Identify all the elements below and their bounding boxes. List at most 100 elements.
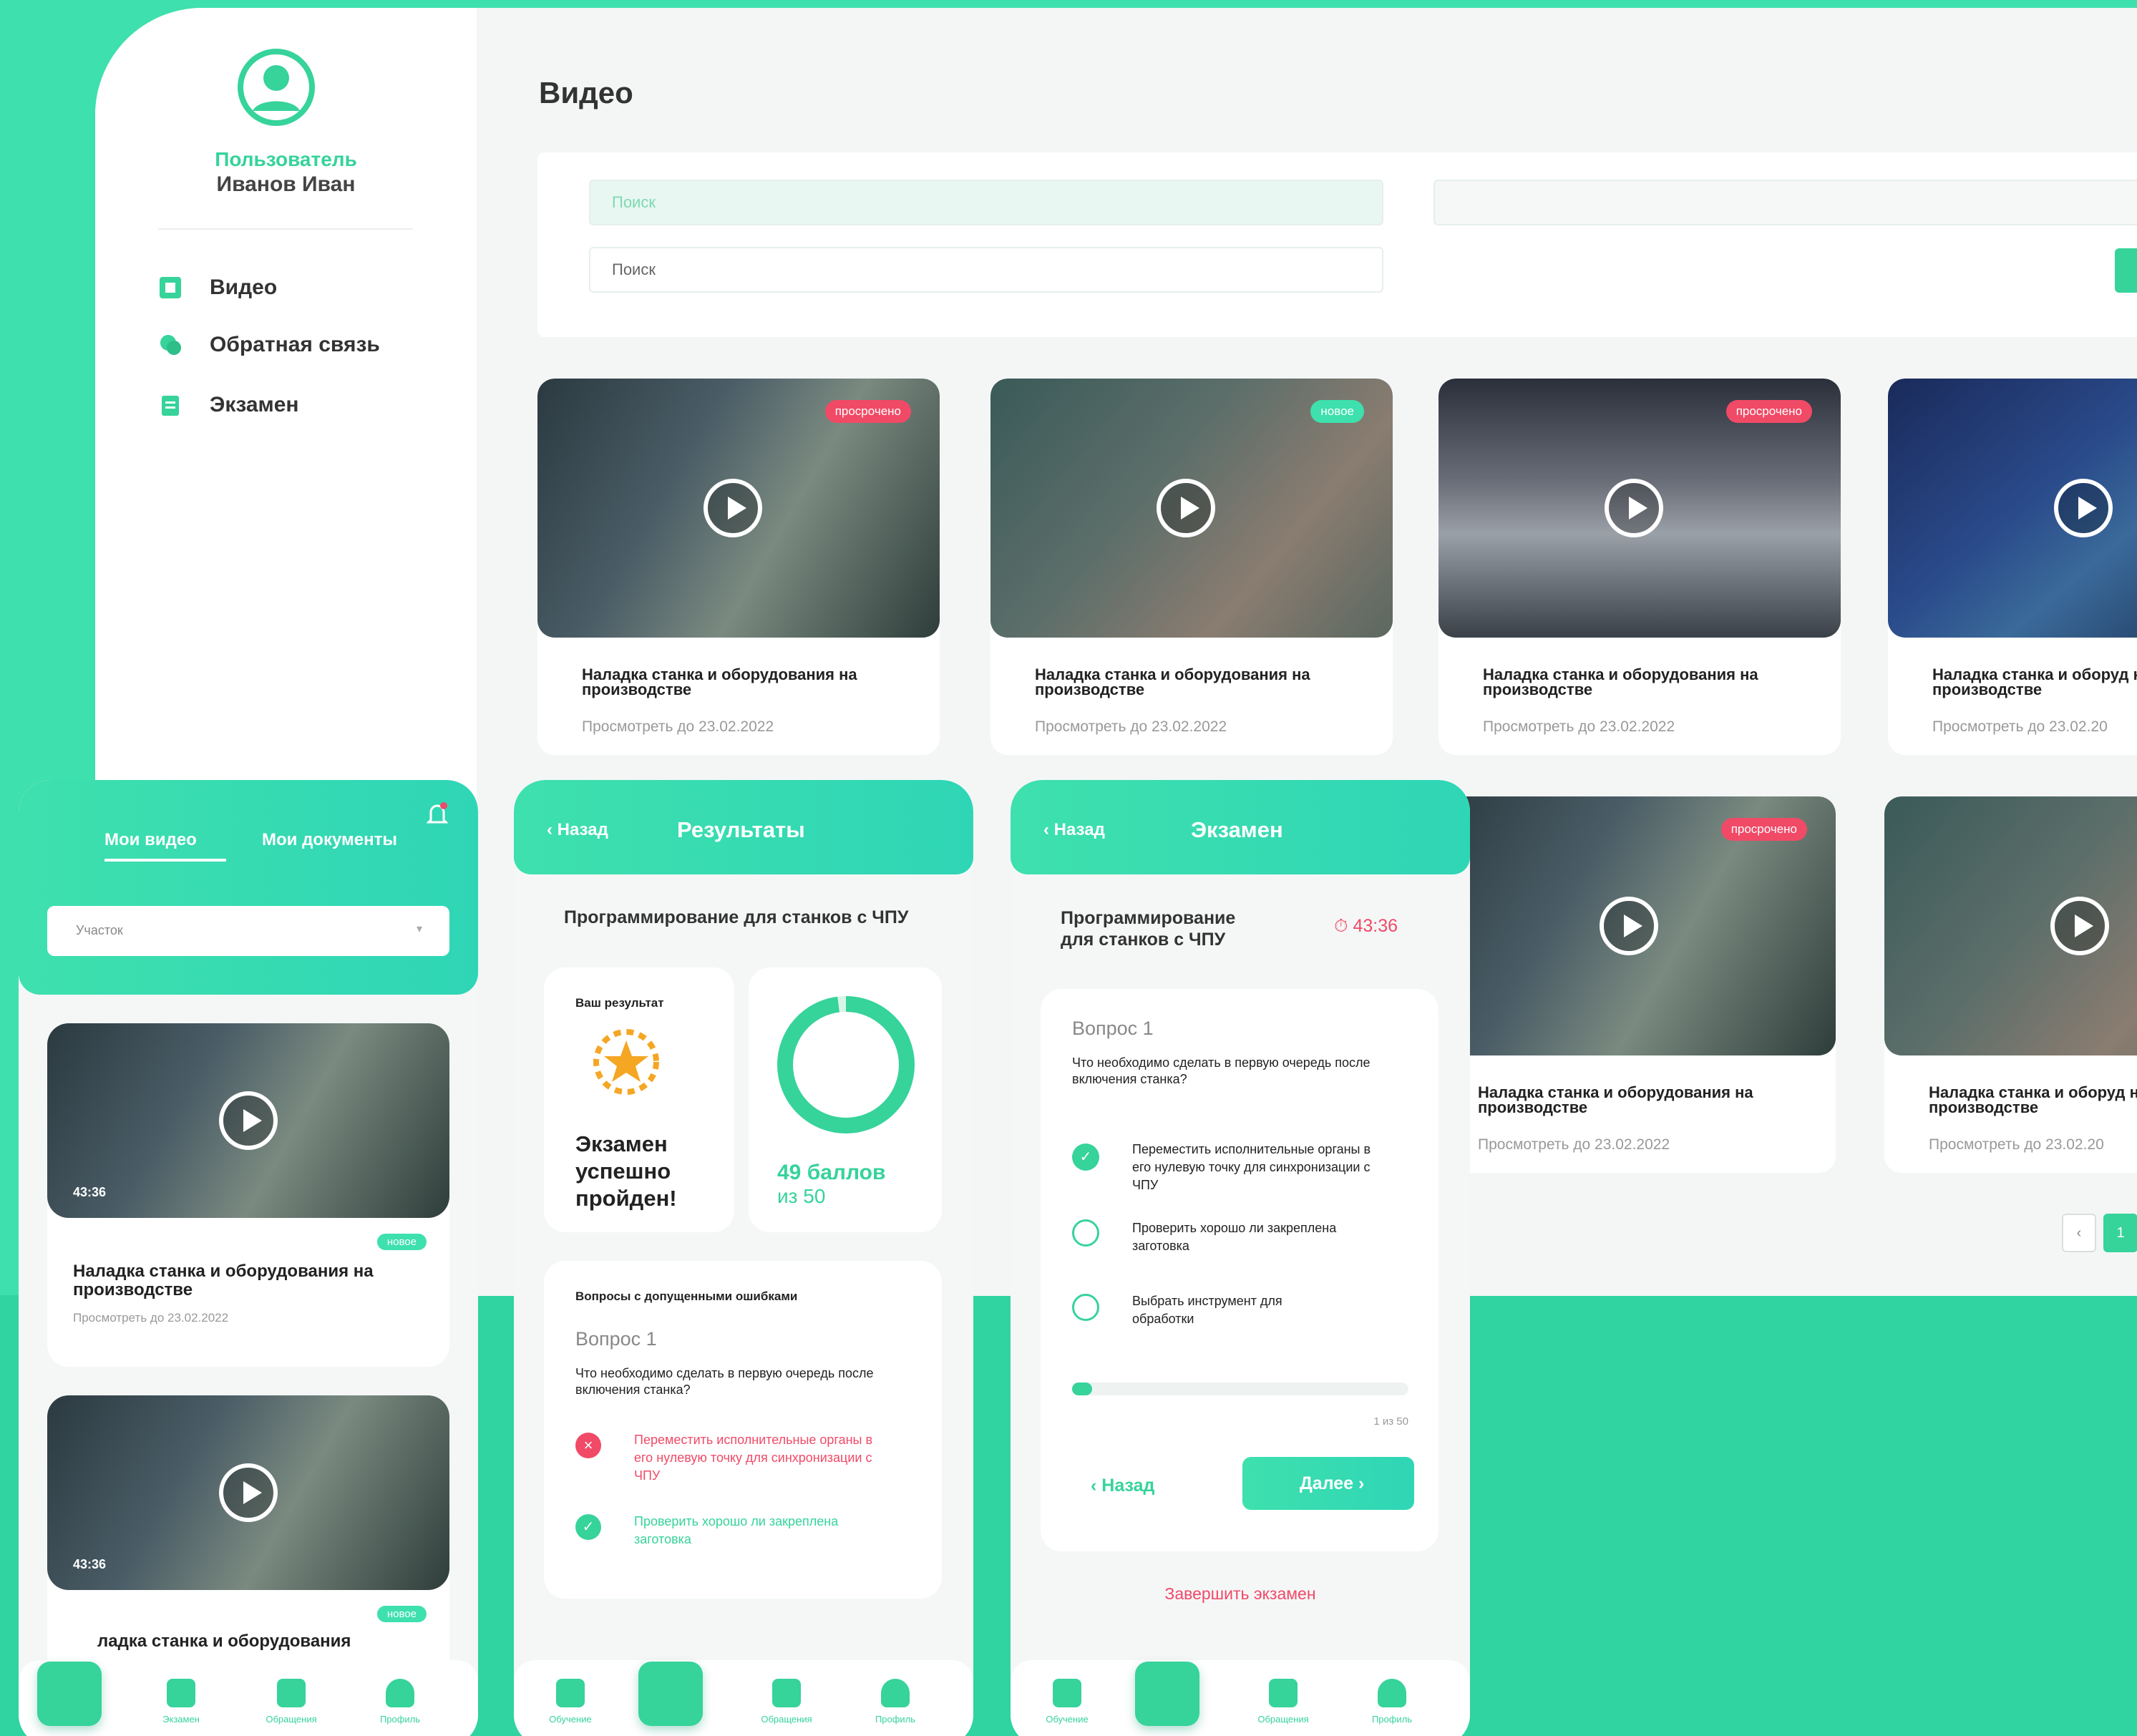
play-icon[interactable] — [1600, 897, 1658, 955]
result-label: Ваш результат — [575, 996, 664, 1010]
tab-profile[interactable]: Профиль — [361, 1679, 439, 1726]
video-duration: 43:36 — [73, 1557, 107, 1571]
user-icon — [1378, 1679, 1406, 1707]
tab-requests[interactable]: Обращения — [1244, 1679, 1323, 1726]
radio-checked[interactable]: ✓ — [1072, 1143, 1099, 1171]
back-label: Назад — [557, 820, 608, 839]
search-input-secondary[interactable] — [1433, 180, 2137, 225]
radio-unchecked[interactable] — [1072, 1294, 1099, 1321]
video-deadline: Просмотреть до 23.02.20 — [1929, 1136, 2104, 1153]
sidebar-item-video[interactable]: Видео — [158, 275, 277, 300]
tab-profile[interactable]: Профиль — [1353, 1679, 1431, 1726]
video-thumbnail: просрочено — [537, 379, 940, 638]
tab-requests[interactable]: Обращения — [747, 1679, 826, 1726]
video-title: Наладка станка и оборуд на производстве — [1929, 1083, 2137, 1116]
tab-requests[interactable]: Обращения — [252, 1679, 331, 1726]
tab-label: Обращения — [1257, 1714, 1309, 1725]
tab-indicator — [104, 859, 226, 862]
video-title: Наладка станка и оборудования на произво… — [1483, 665, 1758, 698]
user-icon — [386, 1679, 414, 1707]
play-icon[interactable] — [1605, 479, 1663, 537]
video-thumbnail — [1884, 796, 2137, 1055]
search-input[interactable]: Поиск — [589, 180, 1383, 225]
back-button[interactable]: ‹ Назад — [1043, 820, 1105, 840]
tab-exam[interactable]: Экзамен — [142, 1679, 220, 1726]
back-button[interactable]: ‹ Назад — [547, 820, 608, 840]
finish-exam-link[interactable]: Завершить экзамен — [1011, 1584, 1470, 1604]
tab-label: Профиль — [1371, 1714, 1413, 1725]
back-label: Назад — [1053, 820, 1105, 839]
course-title: Программирование для станков с ЧПУ — [1061, 908, 1236, 950]
option-label: Проверить хорошо ли закреплена заготовка — [1132, 1221, 1337, 1253]
play-icon[interactable] — [219, 1463, 278, 1522]
option-label: Выбрать инструмент для обработки — [1132, 1294, 1282, 1326]
video-card[interactable]: 43:36 новое ладка станка и оборудования — [47, 1395, 449, 1696]
status-badge: новое — [376, 1234, 427, 1250]
video-card[interactable]: Наладка станка и оборуд на производстве … — [1884, 796, 2137, 1173]
select-value: Участок — [76, 923, 123, 937]
document-icon — [638, 1662, 703, 1726]
video-card[interactable]: новое Наладка станка и оборудования на п… — [990, 379, 1393, 755]
video-card[interactable]: просрочено Наладка станка и оборудования… — [1433, 796, 1836, 1173]
sidebar-item-label: Обратная связь — [210, 333, 380, 356]
grid-view-button[interactable] — [2115, 248, 2137, 293]
video-icon — [160, 277, 181, 298]
question-number: Вопрос 1 — [1072, 1018, 1154, 1039]
score-of: из 50 — [777, 1185, 826, 1207]
score-card: 49 баллов из 50 — [749, 967, 942, 1232]
video-thumbnail: просрочено — [1433, 796, 1836, 1055]
star-award-icon — [593, 1029, 659, 1095]
progress-bar — [1072, 1383, 1408, 1395]
question-icon — [772, 1679, 801, 1707]
video-card[interactable]: просрочено Наладка станка и оборудования… — [1439, 379, 1841, 755]
document-icon — [1135, 1662, 1199, 1726]
tab-exam[interactable]: Экзамен — [637, 1662, 716, 1736]
video-icon — [556, 1679, 585, 1707]
sidebar-item-exam[interactable]: Экзамен — [158, 393, 299, 417]
radio-unchecked[interactable] — [1072, 1219, 1099, 1247]
tab-learning[interactable]: Обучение — [36, 1662, 115, 1736]
tab-profile[interactable]: Профиль — [856, 1679, 935, 1726]
option-label: Переместить исполнительные органы в его … — [1132, 1142, 1371, 1192]
tab-my-documents[interactable]: Мои документы — [262, 830, 397, 850]
chat-icon — [160, 335, 181, 355]
chevron-down-icon: ▾ — [416, 923, 422, 935]
video-icon — [37, 1662, 102, 1726]
video-card[interactable]: просрочено Наладка станка и оборудования… — [537, 379, 940, 755]
video-title: Наладка станка и оборудования на произво… — [73, 1262, 374, 1299]
score-arc — [777, 996, 915, 1133]
status-badge: новое — [376, 1606, 427, 1622]
video-title: ладка станка и оборудования — [97, 1632, 351, 1651]
bell-icon[interactable] — [427, 801, 448, 827]
tab-learning[interactable]: Обучение — [1028, 1679, 1106, 1726]
play-icon[interactable] — [219, 1091, 278, 1150]
progress-label: 1 из 50 — [1373, 1415, 1408, 1428]
sidebar-item-feedback[interactable]: Обратная связь — [158, 333, 380, 357]
video-title: Наладка станка и оборуд на производстве — [1932, 665, 2137, 698]
video-card[interactable]: 43:36 новое Наладка станка и оборудовани… — [47, 1023, 449, 1367]
phone-exam: ‹ Назад Экзамен Программирование для ста… — [1011, 780, 1470, 1736]
progress-fill — [1072, 1383, 1093, 1395]
question-icon — [277, 1679, 306, 1707]
play-icon[interactable] — [704, 479, 762, 537]
video-thumbnail: просрочено — [1439, 379, 1841, 638]
video-deadline: Просмотреть до 23.02.2022 — [1478, 1136, 1670, 1153]
search-input[interactable]: Поиск — [589, 247, 1383, 293]
check-icon: ✓ — [575, 1514, 601, 1540]
play-icon[interactable] — [2050, 897, 2109, 955]
prev-button[interactable]: ‹ Назад — [1091, 1476, 1154, 1496]
tab-learning[interactable]: Обучение — [531, 1679, 610, 1726]
pager-prev-button[interactable]: ‹ — [2062, 1214, 2096, 1252]
tab-label: Обращения — [761, 1714, 812, 1725]
video-card[interactable]: Наладка станка и оборуд на производстве … — [1888, 379, 2137, 755]
next-button[interactable]: Далее › — [1242, 1457, 1414, 1510]
play-icon[interactable] — [1157, 479, 1215, 537]
pager-page-button[interactable]: 1 — [2103, 1214, 2137, 1252]
tab-exam[interactable]: Экзамен — [1134, 1662, 1212, 1736]
tab-label: Профиль — [875, 1714, 916, 1725]
tab-my-videos[interactable]: Мои видео — [104, 830, 197, 850]
phone-my-videos: Мои видео Мои документы Участок ▾ 43:36 н… — [19, 780, 478, 1736]
play-icon[interactable] — [2054, 479, 2113, 537]
area-select[interactable]: Участок ▾ — [47, 906, 449, 956]
screen-title: Экзамен — [1191, 817, 1283, 842]
